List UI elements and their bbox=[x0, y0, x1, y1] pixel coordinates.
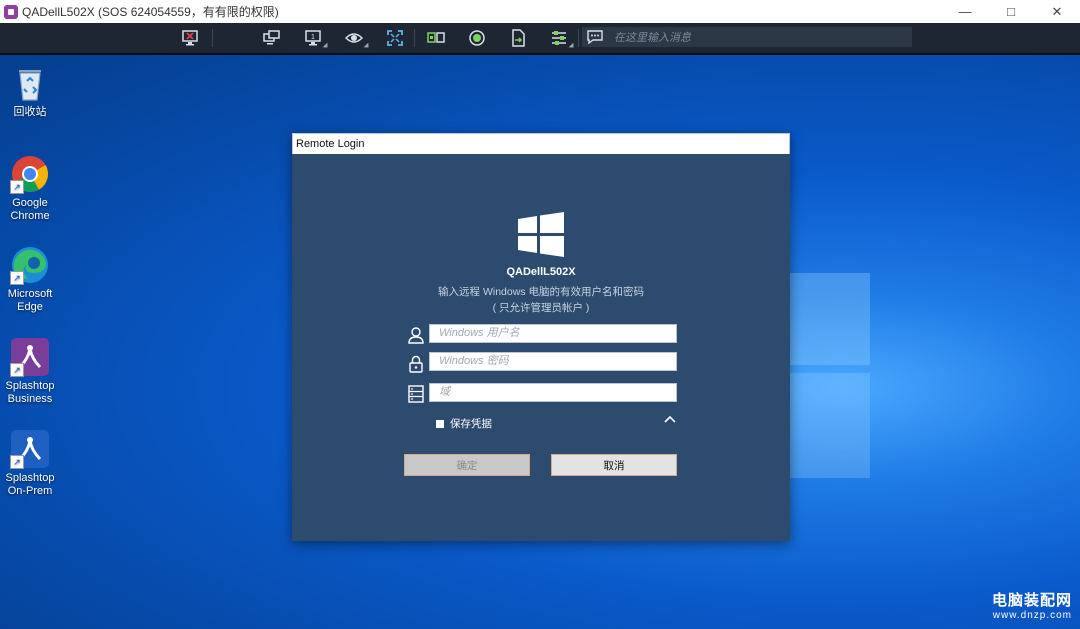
window-title: QADellL502X (SOS 624054559，有有限的权限) bbox=[22, 5, 279, 19]
shortcut-arrow-icon: ↗ bbox=[10, 271, 24, 285]
watermark-line2: www.dnzp.com bbox=[992, 610, 1072, 621]
switch-monitor-icon[interactable] bbox=[259, 26, 285, 50]
chat-input[interactable]: 在这里输入消息 bbox=[582, 27, 912, 47]
username-field[interactable]: Windows 用户名 bbox=[429, 324, 677, 343]
splashtop-business-label-line1: Splashtop bbox=[5, 380, 55, 392]
ok-button[interactable]: 确定 bbox=[404, 454, 530, 476]
splashtop-business-shortcut[interactable]: ↗ Splashtop Business bbox=[0, 337, 61, 406]
chrome-label-line2: Chrome bbox=[10, 210, 50, 222]
watermark: 电脑装配网 www.dnzp.com bbox=[992, 589, 1072, 621]
shortcut-arrow-icon: ↗ bbox=[10, 455, 24, 469]
chrome-shortcut[interactable]: ↗ Google Chrome bbox=[0, 154, 61, 223]
recycle-bin-icon bbox=[10, 63, 50, 103]
domain-server-icon bbox=[408, 385, 424, 403]
splashtop-business-label-line2: Business bbox=[7, 393, 53, 405]
splashtop-onprem-label-line1: Splashtop bbox=[5, 472, 55, 484]
save-credentials-label: 保存凭据 bbox=[450, 418, 492, 430]
splashtop-onprem-icon: ↗ bbox=[10, 429, 50, 469]
wallpaper-logo-pane bbox=[788, 373, 870, 478]
login-description: 输入远程 Windows 电脑的有效用户名和密码 bbox=[438, 286, 644, 298]
lock-icon bbox=[409, 355, 423, 373]
splashtop-business-icon: ↗ bbox=[10, 337, 50, 377]
wallpaper-logo-pane bbox=[788, 273, 870, 365]
window-title-bar: QADellL502X (SOS 624054559，有有限的权限) — □ ✕ bbox=[0, 0, 1080, 23]
close-button[interactable]: ✕ bbox=[1034, 0, 1080, 23]
file-transfer-icon[interactable] bbox=[505, 26, 531, 50]
splashtop-app-icon bbox=[4, 4, 18, 19]
shortcut-arrow-icon: ↗ bbox=[10, 180, 24, 194]
dialog-body: QADellL502X 输入远程 Windows 电脑的有效用户名和密码 ( 只… bbox=[292, 154, 790, 541]
ctrl-alt-del-icon[interactable] bbox=[423, 26, 449, 50]
chat-placeholder: 在这里输入消息 bbox=[614, 32, 691, 44]
disconnect-icon[interactable] bbox=[177, 26, 203, 50]
password-field[interactable]: Windows 密码 bbox=[429, 352, 677, 371]
chrome-label-line1: Google bbox=[12, 197, 48, 209]
settings-icon[interactable] bbox=[546, 26, 574, 50]
chat-icon bbox=[587, 30, 603, 45]
recycle-bin-shortcut[interactable]: 回收站 bbox=[0, 63, 61, 119]
cancel-button[interactable]: 取消 bbox=[551, 454, 677, 476]
domain-field[interactable]: 域 bbox=[429, 383, 677, 402]
windows-logo-icon bbox=[518, 212, 564, 257]
edge-label-line1: Microsoft bbox=[7, 288, 53, 300]
splashtop-onprem-shortcut[interactable]: ↗ Splashtop On-Prem bbox=[0, 429, 61, 498]
dialog-title: Remote Login bbox=[292, 133, 790, 154]
view-icon[interactable] bbox=[341, 26, 369, 50]
splashtop-onprem-label-line2: On-Prem bbox=[7, 485, 53, 497]
record-icon[interactable] bbox=[464, 26, 490, 50]
watermark-line1: 电脑装配网 bbox=[991, 592, 1072, 609]
minimize-button[interactable]: — bbox=[942, 0, 988, 23]
edge-shortcut[interactable]: ↗ Microsoft Edge bbox=[0, 245, 61, 314]
shortcut-arrow-icon: ↗ bbox=[10, 363, 24, 377]
remote-toolbar: 1 bbox=[0, 23, 1080, 55]
user-icon bbox=[408, 327, 424, 344]
checkbox-box[interactable] bbox=[436, 419, 444, 428]
save-credentials-checkbox[interactable]: 保存凭据 bbox=[436, 416, 492, 431]
svg-text:1: 1 bbox=[311, 34, 315, 41]
monitor-icon[interactable]: 1 bbox=[300, 26, 328, 50]
admin-only-note: ( 只允许管理员帐户 ) bbox=[492, 302, 590, 314]
fullscreen-icon[interactable] bbox=[382, 26, 408, 50]
maximize-button[interactable]: □ bbox=[988, 0, 1034, 23]
chevron-up-icon[interactable] bbox=[664, 414, 676, 424]
remote-host-name: QADellL502X bbox=[506, 266, 576, 278]
edge-label-line2: Edge bbox=[17, 301, 43, 313]
chrome-icon: ↗ bbox=[10, 154, 50, 194]
recycle-bin-label: 回收站 bbox=[13, 106, 47, 118]
edge-icon: ↗ bbox=[10, 245, 50, 285]
remote-login-dialog: Remote Login QADellL502X 输入远程 Windows 电脑… bbox=[292, 133, 790, 541]
